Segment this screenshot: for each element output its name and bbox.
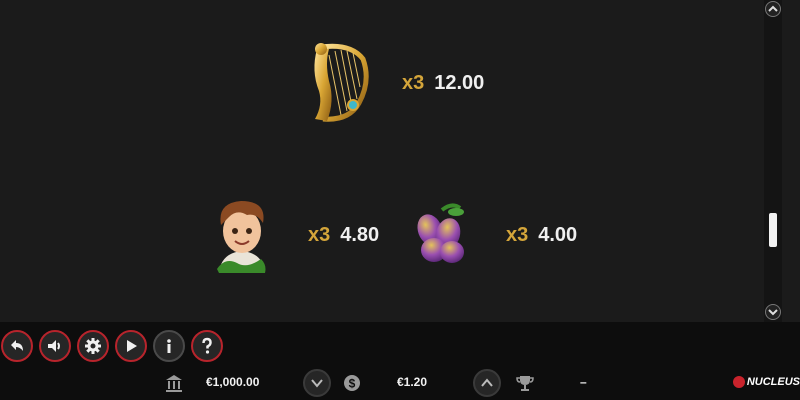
paytable-panel: x3 12.00 x3 4.80 x3 4.00: [0, 0, 782, 322]
paytable-entry-boy: x3 4.80: [202, 190, 379, 280]
bottom-info-bar: €1,000.00 $ €1.20 – NUCLEUS: [0, 366, 800, 400]
harp-symbol-icon: [296, 38, 376, 128]
beans-multiplier: x3: [506, 223, 529, 246]
chevron-down-icon: [768, 309, 778, 316]
scroll-down-button[interactable]: [765, 304, 781, 320]
bet-increase-button[interactable]: [473, 369, 501, 397]
balance-value: €1,000.00: [206, 375, 260, 389]
sound-button[interactable]: [39, 330, 71, 362]
game-toolbar: €1,000.00 $ €1.20 – NUCLEUS: [0, 322, 800, 400]
play-icon: [127, 340, 137, 352]
settings-button[interactable]: [77, 330, 109, 362]
speaker-icon: [48, 340, 60, 352]
gear-icon: [85, 338, 101, 354]
svg-text:$: $: [349, 377, 356, 391]
brand-name: NUCLEUS: [746, 376, 800, 388]
autoplay-button[interactable]: [115, 330, 147, 362]
chevron-up-icon: [481, 378, 493, 387]
bet-value: €1.20: [397, 375, 428, 389]
back-button[interactable]: [1, 330, 33, 362]
question-icon: [202, 337, 212, 354]
scroll-up-button[interactable]: [765, 1, 781, 17]
bank-icon: [166, 375, 182, 392]
paytable-scrollbar[interactable]: [764, 0, 782, 322]
beans-payout: 4.00: [538, 223, 578, 246]
bet-decrease-button[interactable]: [303, 369, 331, 397]
nucleus-logo: NUCLEUS: [732, 376, 800, 388]
harp-payout: 12.00: [434, 71, 485, 94]
paytable-entry-beans: x3 4.00: [400, 190, 577, 280]
win-value: –: [580, 375, 587, 389]
info-button[interactable]: [153, 330, 185, 362]
chevron-down-icon: [311, 379, 323, 388]
back-arrow-icon: [11, 340, 23, 351]
beans-symbol-icon: [400, 190, 480, 280]
paytable-entry-harp: x3 12.00: [296, 38, 484, 128]
harp-multiplier: x3: [402, 71, 425, 94]
trophy-icon: [516, 376, 534, 391]
boy-multiplier: x3: [308, 223, 331, 246]
chevron-up-icon: [768, 5, 778, 12]
boy-payout: 4.80: [340, 223, 380, 246]
scrollbar-thumb[interactable]: [769, 213, 777, 247]
info-icon: [167, 339, 171, 353]
boy-symbol-icon: [202, 190, 282, 280]
nucleus-logo-icon: [732, 376, 745, 388]
help-button[interactable]: [191, 330, 223, 362]
control-buttons: [0, 330, 223, 362]
coin-icon: $: [344, 375, 360, 391]
